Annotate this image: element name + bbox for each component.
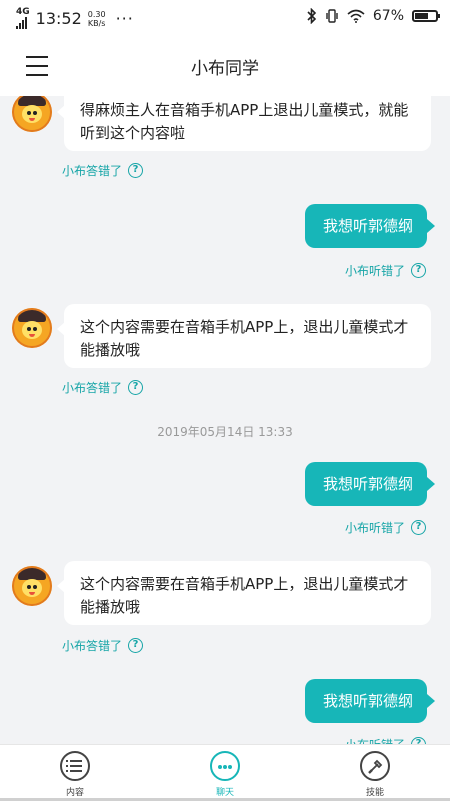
network-type: 4G [16, 7, 30, 17]
battery-percent: 67% [372, 8, 404, 24]
wifi-icon [347, 9, 365, 23]
feedback-label: 小布答错了 [62, 381, 123, 395]
answer-wrong-feedback[interactable]: 小布答错了 ? [62, 379, 144, 396]
help-icon[interactable]: ? [128, 380, 144, 395]
user-message: 我想听郭德纲 [304, 679, 436, 723]
clock: 13:52 [35, 9, 82, 28]
tab-label: 内容 [65, 788, 84, 798]
help-icon[interactable]: ? [128, 638, 144, 653]
tab-label: 技能 [365, 788, 384, 798]
heard-wrong-feedback[interactable]: 小布听错了 ? [345, 262, 426, 279]
tab-label: 聊天 [215, 788, 234, 798]
tab-chat[interactable]: 聊天 [150, 745, 300, 801]
battery-fill [415, 13, 429, 19]
feedback-label: 小布听错了 [344, 264, 405, 278]
chat-icon [210, 751, 240, 781]
chat-timestamp: 2019年05月14日 13:33 [157, 425, 293, 439]
network-speed-value: 0.30 [87, 9, 106, 19]
signal-icon [16, 17, 27, 29]
bot-message: 这个内容需要在音箱手机APP上，退出儿童模式才能播放哦 [57, 561, 431, 625]
help-icon[interactable]: ? [411, 737, 426, 744]
tab-content[interactable]: 内容 [0, 745, 150, 801]
bottom-tab-bar: 内容 聊天 技能 [0, 744, 450, 801]
vibrate-icon [326, 9, 338, 23]
feedback-label: 小布听错了 [345, 736, 405, 744]
heard-wrong-feedback[interactable]: 小布听错了 ? [345, 736, 426, 744]
page-title: 小布同学 [191, 59, 259, 79]
bot-avatar[interactable] [12, 566, 52, 606]
bot-avatar[interactable] [12, 96, 52, 132]
bluetooth-icon [307, 8, 317, 24]
help-icon[interactable]: ? [411, 263, 426, 278]
skill-icon [360, 751, 390, 781]
user-message: 我想听郭德纲 [304, 204, 436, 248]
feedback-label: 小布答错了 [62, 639, 123, 653]
list-icon [60, 751, 90, 781]
network-speed-unit: KB/s [87, 18, 106, 28]
help-icon[interactable]: ? [411, 520, 426, 535]
bot-message: 这个内容需要在音箱手机APP上，退出儿童模式才能播放哦 [57, 304, 431, 368]
tab-skills[interactable]: 技能 [300, 745, 450, 801]
help-icon[interactable]: ? [128, 163, 144, 178]
header: 小布同学 [0, 36, 450, 96]
user-message: 我想听郭德纲 [304, 462, 436, 506]
bot-message: 得麻烦主人在音箱手机APP上退出儿童模式，就能听到这个内容啦 [57, 96, 431, 151]
network-speed: 0.30 KB/s [88, 10, 106, 28]
answer-wrong-feedback[interactable]: 小布答错了 ? [62, 637, 144, 654]
bot-avatar[interactable] [12, 308, 52, 348]
chat-list[interactable]: 得麻烦主人在音箱手机APP上退出儿童模式，就能听到这个内容啦 小布答错了 ? 我… [0, 96, 450, 744]
status-bar: 4G 13:52 0.30 KB/s ··· 67% [0, 0, 450, 36]
more-notifications-icon: ··· [115, 9, 134, 28]
battery-icon [412, 10, 440, 22]
feedback-label: 小布听错了 [344, 521, 405, 535]
feedback-label: 小布答错了 [62, 164, 123, 178]
heard-wrong-feedback[interactable]: 小布听错了 ? [345, 519, 426, 536]
answer-wrong-feedback[interactable]: 小布答错了 ? [62, 162, 144, 179]
